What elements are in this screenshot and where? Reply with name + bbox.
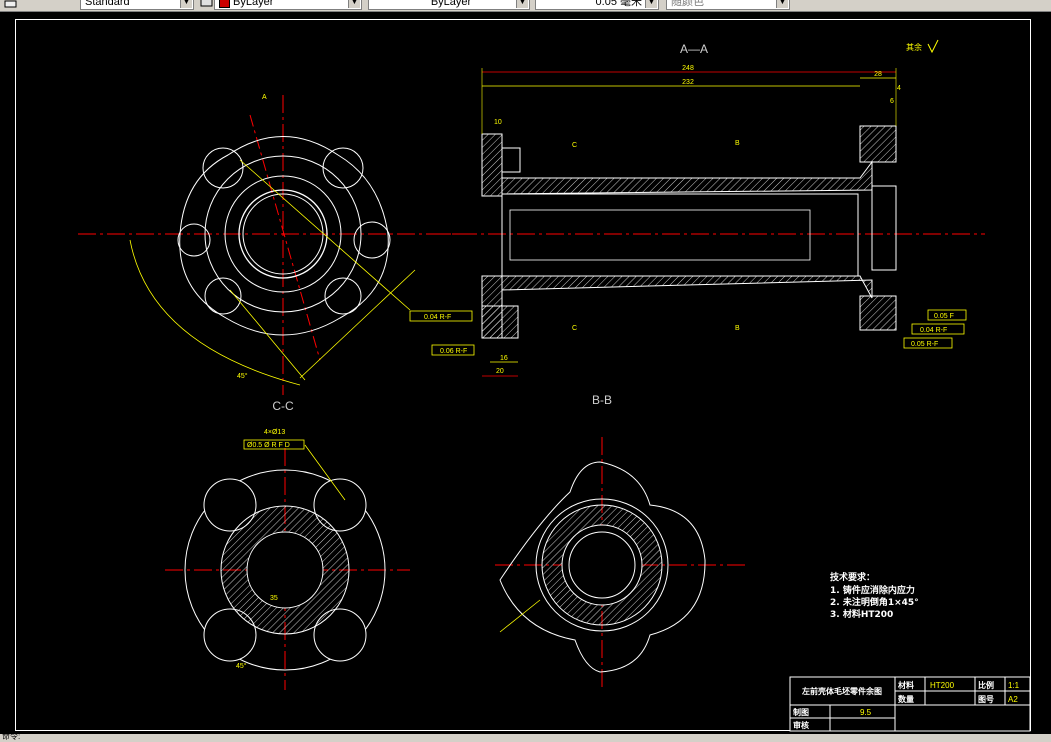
cutting-line — [249, 114, 321, 361]
right-bore — [871, 185, 897, 271]
section-label-b-top: B — [735, 140, 740, 147]
dim-232-label: 232 — [682, 79, 694, 86]
bore — [501, 193, 859, 277]
dim-4-label: 4 — [897, 85, 901, 92]
tolerance-4: 0.04 R-F — [920, 327, 947, 334]
section-label-c-bottom: C — [572, 325, 577, 332]
view-title-aa: A—A — [680, 42, 708, 56]
note-3: 3. 材料HT200 — [830, 608, 893, 620]
title-block: 左前壳体毛坯零件余图 材料 HT200 比例 1:1 数量 图号 A2 制图 9… — [789, 676, 1031, 732]
right-flange-top — [859, 125, 897, 163]
drawn-label: 制图 — [793, 707, 809, 717]
dim-6-label: 6 — [890, 98, 894, 105]
view-section-aa: 248 232 28 6 4 10 16 20 C C B B 0.04 R-F… — [409, 65, 985, 377]
left-boss-top — [501, 147, 521, 173]
notes-title: 技术要求： — [830, 571, 875, 583]
position-tolerance: Ø0.5 Ø R F D — [247, 442, 290, 449]
angle-label: 45° — [237, 372, 248, 380]
roughness-icon — [927, 39, 939, 54]
view-top-left: A 45° — [78, 94, 460, 395]
material-value: HT200 — [930, 681, 955, 690]
view-section-cc: Ø0.5 Ø R F D 4×Ø13 45° 35 — [165, 429, 410, 690]
tolerance-2: 0.06 R-F — [440, 348, 467, 355]
note-2: 2. 未注明倒角1×45° — [830, 596, 919, 608]
angle-label: 45° — [236, 662, 247, 670]
tube-wall-top — [501, 160, 873, 195]
section-label-c-top: C — [572, 142, 577, 149]
drawing-no-value: A2 — [1008, 695, 1018, 704]
bore — [246, 531, 324, 609]
tolerance-5: 0.05 R-F — [911, 341, 938, 348]
status-bar: 命令: — [0, 732, 1051, 741]
left-boss-bottom — [481, 305, 519, 339]
dim-leader — [229, 289, 306, 381]
tolerance-3: 0.05 F — [934, 313, 954, 320]
cad-drawing[interactable]: A—A C-C B-B 其余 A 45° 248 232 28 6 4 10 1… — [0, 0, 1051, 739]
material-label: 材料 — [898, 680, 914, 690]
part-name: 左前壳体毛坯零件余图 — [801, 686, 882, 696]
dim-248-label: 248 — [682, 65, 694, 72]
inner-bore — [509, 209, 811, 261]
left-flange-top — [481, 133, 503, 197]
dim-20-label: 20 — [496, 368, 504, 375]
hole-callout: 4×Ø13 — [264, 429, 285, 436]
dim-16-label: 16 — [500, 355, 508, 362]
section-label-a: A — [262, 94, 267, 101]
dim-leader — [239, 159, 411, 311]
view-title-cc: C-C — [272, 399, 294, 413]
right-flange-bottom — [859, 295, 897, 331]
view-section-bb — [495, 437, 745, 690]
rest-roughness-label: 其余 — [906, 42, 922, 52]
dim-35-label: 35 — [270, 595, 278, 602]
qty-label: 数量 — [898, 694, 914, 704]
tolerance-1: 0.04 R-F — [424, 314, 451, 321]
lug-2 — [322, 147, 364, 189]
bore — [561, 524, 643, 606]
technical-notes: 技术要求： 1. 铸件应消除内应力 2. 未注明倒角1×45° 3. 材料HT2… — [830, 571, 919, 620]
lug-3 — [353, 221, 391, 259]
leader-line — [499, 599, 541, 633]
status-text: 命令: — [2, 732, 21, 741]
note-1: 1. 铸件应消除内应力 — [830, 584, 915, 596]
dim-10-label: 10 — [494, 119, 502, 126]
drawn-value: 9.5 — [860, 708, 872, 717]
view-title-bb: B-B — [592, 393, 612, 407]
dim-28-label: 28 — [874, 71, 882, 78]
scale-label: 比例 — [978, 680, 994, 690]
scale-value: 1:1 — [1008, 681, 1020, 690]
section-label-b-bottom: B — [735, 325, 740, 332]
tube-wall-bottom — [501, 275, 873, 299]
drawing-no-label: 图号 — [978, 695, 994, 704]
check-label: 审核 — [793, 720, 809, 730]
